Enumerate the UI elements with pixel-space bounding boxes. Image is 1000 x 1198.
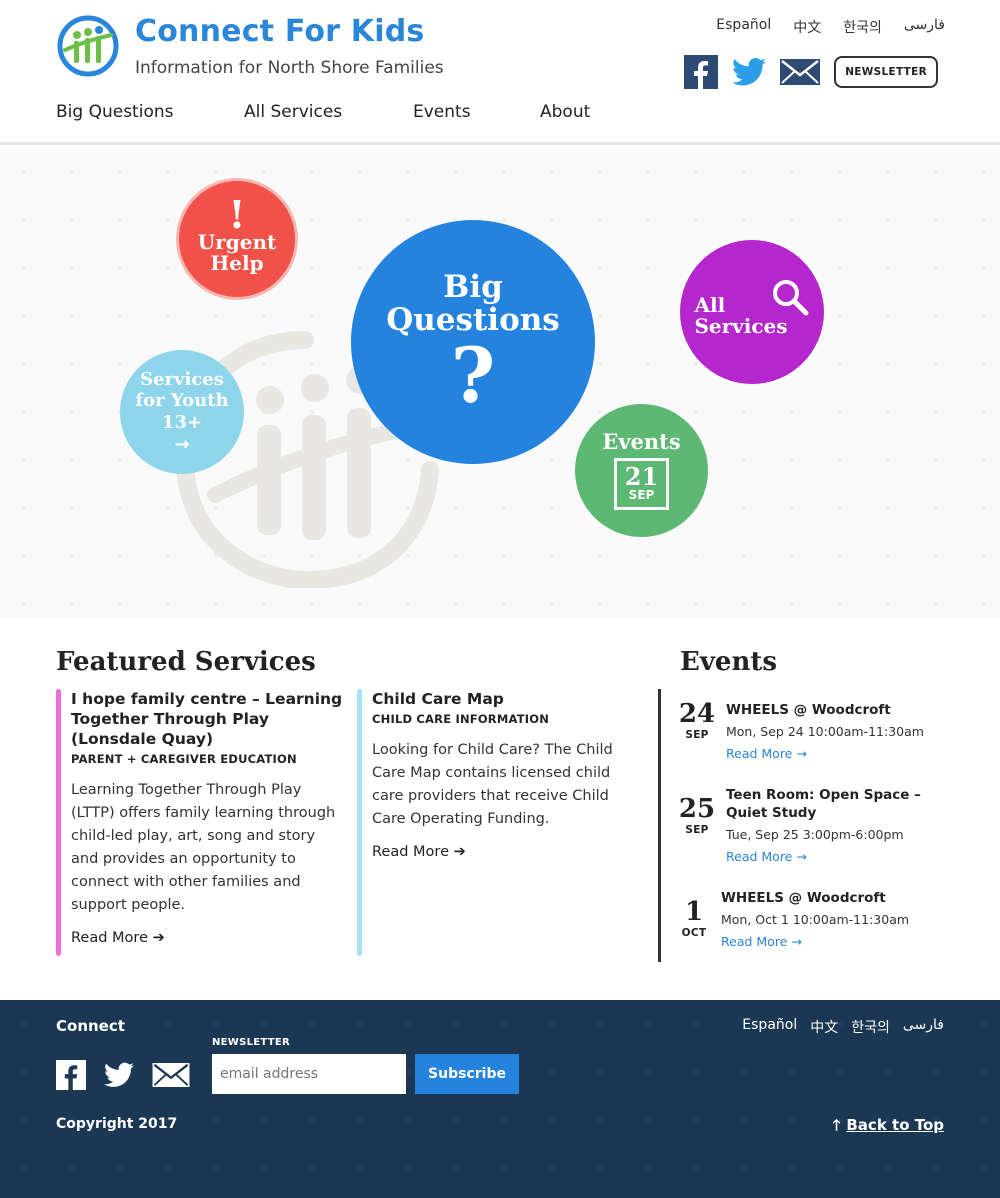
youth-label-3: 13+ — [161, 412, 203, 433]
header-social: NEWSLETTER — [684, 55, 938, 89]
read-more-link[interactable]: Read More ➔ — [71, 930, 346, 946]
events-list: 24 SEP WHEELS @ Woodcroft Mon, Sep 24 10… — [658, 689, 948, 962]
featured-accent-bar — [56, 689, 61, 956]
all-services-label-2: Services — [694, 314, 788, 338]
event-day: 25 — [678, 794, 716, 824]
featured-category[interactable]: CHILD CARE INFORMATION — [372, 712, 627, 726]
event-title[interactable]: Teen Room: Open Space – Quiet Study — [726, 786, 936, 822]
site-footer: Connect NEWSLETTER Subscribe Copyright 2… — [0, 1000, 1000, 1198]
exclamation-icon: ! — [228, 191, 246, 237]
event-read-more-link[interactable]: Read More → — [726, 849, 936, 864]
language-switcher: Español 中文 한국의 فارسی — [716, 17, 945, 37]
copyright-text: Copyright 2017 — [56, 1116, 178, 1132]
youth-label-2: for Youth — [135, 390, 229, 412]
main-nav: Big Questions All Services Events About — [56, 102, 590, 122]
event-date: 1 OCT — [664, 899, 724, 939]
search-icon — [772, 280, 809, 316]
lang-chinese[interactable]: 中文 — [793, 17, 821, 37]
event-date: 24 SEP — [667, 701, 727, 741]
event-read-more-link[interactable]: Read More → — [721, 934, 941, 949]
nav-events[interactable]: Events — [413, 102, 540, 122]
lang-spanish[interactable]: Español — [716, 17, 771, 37]
calendar-icon: 21 SEP — [614, 457, 669, 510]
event-title[interactable]: WHEELS @ Woodcroft — [726, 701, 946, 719]
footer-newsletter-label: NEWSLETTER — [212, 1037, 291, 1048]
newsletter-email-input[interactable] — [212, 1054, 406, 1094]
event-title[interactable]: WHEELS @ Woodcroft — [721, 889, 941, 907]
nav-all-services[interactable]: All Services — [244, 102, 413, 122]
facebook-icon[interactable] — [56, 1060, 86, 1090]
logo-icon[interactable] — [55, 15, 121, 77]
event-month: OCT — [681, 927, 707, 939]
event-time: Mon, Sep 24 10:00am-11:30am — [726, 724, 924, 739]
newsletter-button[interactable]: NEWSLETTER — [834, 56, 938, 88]
featured-title[interactable]: Child Care Map — [372, 689, 627, 709]
big-questions-label-1: Big — [443, 269, 503, 306]
event-day: 24 — [678, 699, 716, 729]
urgent-help-label-2: Help — [210, 251, 264, 276]
lang-farsi[interactable]: فارسی — [903, 1017, 944, 1037]
lang-korean[interactable]: 한국의 — [843, 17, 882, 37]
big-questions-bubble[interactable]: Big Questions ? — [351, 220, 595, 464]
events-bubble-label: Events — [602, 429, 681, 455]
featured-description: Looking for Child Care? The Child Care M… — [372, 742, 613, 827]
urgent-help-bubble[interactable]: ! Urgent Help — [176, 178, 298, 300]
event-month: SEP — [685, 729, 709, 741]
arrow-up-icon: 🡑 — [832, 1116, 841, 1134]
facebook-icon[interactable] — [684, 55, 719, 89]
site-title[interactable]: Connect For Kids — [135, 14, 424, 49]
twitter-icon[interactable] — [732, 57, 767, 87]
calendar-month: SEP — [628, 487, 655, 502]
nav-big-questions[interactable]: Big Questions — [56, 102, 244, 122]
event-date: 25 SEP — [667, 796, 727, 836]
twitter-icon[interactable] — [104, 1062, 134, 1088]
lang-farsi[interactable]: فارسی — [904, 17, 945, 37]
lang-korean[interactable]: 한국의 — [851, 1017, 890, 1037]
subscribe-button[interactable]: Subscribe — [415, 1054, 519, 1094]
question-mark-icon: ? — [450, 331, 496, 421]
event-time: Mon, Oct 1 10:00am-11:30am — [721, 912, 910, 927]
footer-connect-heading: Connect — [56, 1017, 125, 1035]
featured-card: I hope family centre – Learning Together… — [56, 689, 346, 956]
youth-label-1: Services — [140, 368, 224, 390]
arrow-right-icon: → — [174, 433, 190, 455]
all-services-bubble[interactable]: All Services — [680, 240, 824, 384]
featured-description: Learning Together Through Play (LTTP) of… — [71, 782, 336, 913]
footer-language-switcher: Español 中文 한국의 فارسی — [742, 1017, 944, 1037]
nav-about[interactable]: About — [540, 102, 590, 122]
footer-social — [56, 1060, 190, 1090]
events-bubble[interactable]: Events 21 SEP — [575, 404, 708, 537]
featured-accent-bar — [357, 689, 362, 956]
site-header: Connect For Kids Information for North S… — [0, 0, 1000, 145]
read-more-link[interactable]: Read More ➔ — [372, 844, 627, 860]
event-time: Tue, Sep 25 3:00pm-6:00pm — [726, 827, 904, 842]
back-to-top-link[interactable]: 🡑 Back to Top — [833, 1115, 944, 1140]
lang-spanish[interactable]: Español — [742, 1017, 797, 1037]
featured-category[interactable]: PARENT + CAREGIVER EDUCATION — [71, 752, 346, 766]
event-read-more-link[interactable]: Read More → — [726, 746, 946, 761]
featured-services-title: Featured Services — [56, 647, 316, 677]
featured-title[interactable]: I hope family centre – Learning Together… — [71, 689, 346, 749]
calendar-day: 21 — [624, 461, 659, 491]
mail-icon[interactable] — [780, 59, 821, 85]
urgent-help-label-1: Urgent — [197, 230, 277, 255]
back-to-top-label: Back to Top — [846, 1116, 944, 1134]
mail-icon[interactable] — [152, 1063, 190, 1087]
event-day: 1 — [684, 897, 704, 927]
services-for-youth-bubble[interactable]: Services for Youth 13+ → — [120, 350, 244, 474]
lang-chinese[interactable]: 中文 — [810, 1017, 838, 1037]
featured-card: Child Care Map CHILD CARE INFORMATION Lo… — [357, 689, 627, 956]
events-title: Events — [680, 647, 778, 677]
event-month: SEP — [685, 824, 709, 836]
site-tagline: Information for North Shore Families — [135, 58, 444, 78]
